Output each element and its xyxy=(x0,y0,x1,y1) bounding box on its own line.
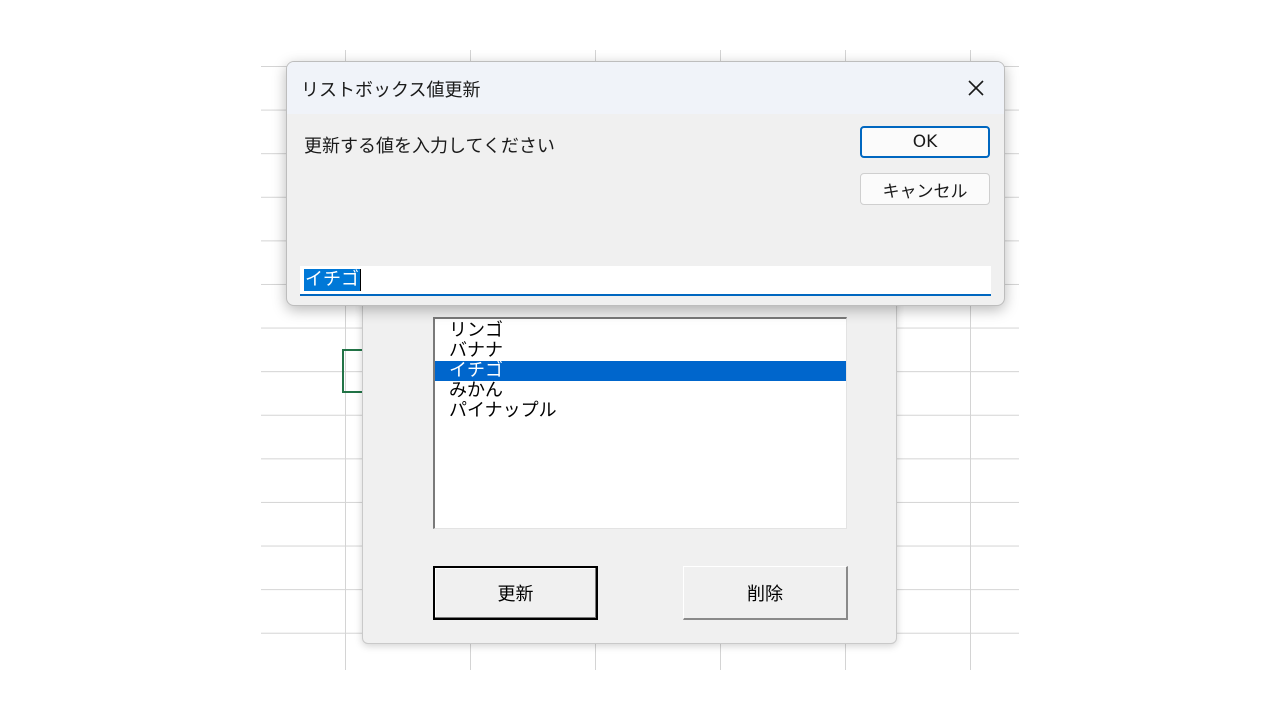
value-input[interactable]: イチゴ xyxy=(300,266,991,296)
dialog-titlebar[interactable]: リストボックス値更新 xyxy=(287,62,1004,114)
dialog-prompt: 更新する値を入力してください xyxy=(304,136,555,157)
fruit-listbox[interactable]: リンゴ バナナ イチゴ みかん パイナップル xyxy=(433,317,847,529)
inputbox-dialog: リストボックス値更新 更新する値を入力してください OK キャンセル イチゴ xyxy=(286,61,1005,306)
close-icon xyxy=(968,80,984,96)
list-item[interactable]: バナナ xyxy=(435,341,846,361)
userform-window: リンゴ バナナ イチゴ みかん パイナップル 更新 削除 xyxy=(362,290,897,644)
ok-button[interactable]: OK xyxy=(860,126,990,158)
text-caret xyxy=(360,269,361,291)
list-item[interactable]: パイナップル xyxy=(435,401,846,421)
delete-button[interactable]: 削除 xyxy=(683,566,848,620)
dialog-title: リストボックス値更新 xyxy=(301,80,481,101)
update-button[interactable]: 更新 xyxy=(433,566,598,620)
cancel-button[interactable]: キャンセル xyxy=(860,173,990,205)
input-selected-text: イチゴ xyxy=(304,269,360,291)
list-item[interactable]: みかん xyxy=(435,381,846,401)
list-item-selected[interactable]: イチゴ xyxy=(435,361,846,381)
list-item[interactable]: リンゴ xyxy=(435,321,846,341)
close-button[interactable] xyxy=(958,70,994,106)
screen: リンゴ バナナ イチゴ みかん パイナップル 更新 削除 リストボックス値更新 … xyxy=(0,0,1280,720)
